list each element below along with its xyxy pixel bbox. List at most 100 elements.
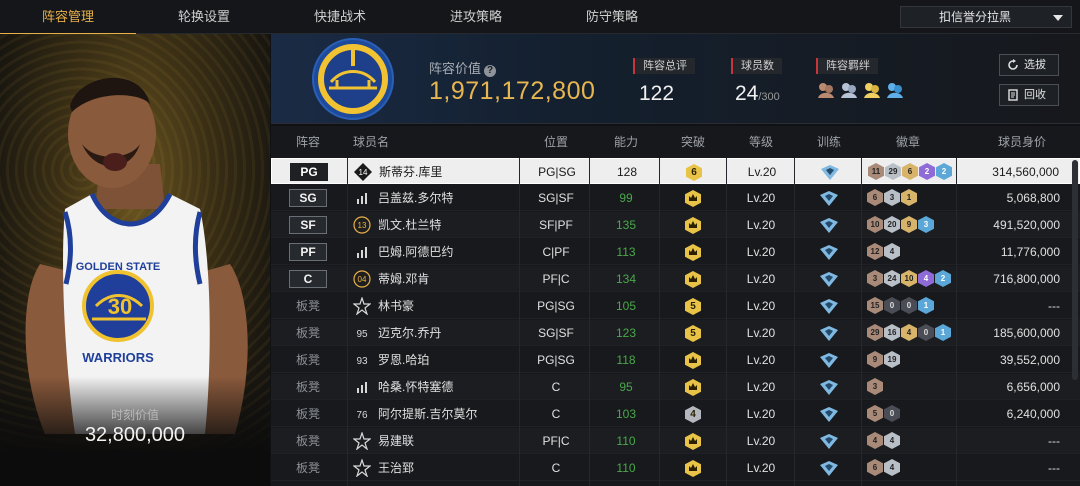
training-icon[interactable] <box>819 218 839 233</box>
table-row[interactable]: PG 14 斯蒂芬.库里 PG|SG 128 6 Lv.20 11 29 6 2 2 314,560,0… <box>271 158 1080 184</box>
player-name[interactable]: 易建联 <box>378 428 414 454</box>
badge-count: 3 <box>867 378 883 395</box>
table-row[interactable]: 板凳 王治郅 C 110 Lv.20 6 4 --- <box>271 455 1080 481</box>
badge-count: 15 <box>867 297 883 314</box>
player-name[interactable]: 哈桑.怀特塞德 <box>378 374 453 400</box>
jersey-number-text: 30 <box>108 294 132 319</box>
player-name[interactable]: 王治郅 <box>378 455 414 481</box>
header-lineup[interactable]: 阵容 <box>289 126 327 158</box>
tab-lineup-management[interactable]: 阵容管理 <box>0 0 136 35</box>
badge-count: 12 <box>867 243 883 260</box>
training-icon[interactable] <box>819 299 839 314</box>
training-icon[interactable] <box>819 353 839 368</box>
table-row[interactable]: 板凳 林书豪 PG|SG 105 5 Lv.20 15 0 0 1 --- <box>271 293 1080 319</box>
table-row[interactable]: C 04 蒂姆.邓肯 PF|C 134 Lv.20 3 24 10 4 2 716,800,000 <box>271 266 1080 292</box>
header-ability[interactable]: 能力 <box>596 126 656 158</box>
table-row[interactable]: 板凳 95 迈克尔.乔丹 SG|SF 123 5 Lv.20 29 16 4 0 1 185,600,0… <box>271 320 1080 346</box>
table-row[interactable]: 板凳 易建联 PF|C 110 Lv.20 4 4 --- <box>271 428 1080 454</box>
player-position: PG|SG <box>537 299 575 313</box>
table-row[interactable]: PF 巴姆.阿德巴约 C|PF 113 Lv.20 12 4 11,776,000 <box>271 239 1080 265</box>
player-name[interactable]: 阿尔提斯.吉尔莫尔 <box>378 401 477 427</box>
tab-quick-tactics[interactable]: 快捷战术 <box>272 0 408 34</box>
header-training[interactable]: 训练 <box>799 126 859 158</box>
training-icon[interactable] <box>820 165 840 180</box>
slot-bench[interactable]: 板凳 <box>289 293 327 319</box>
table-row[interactable]: SF 13 凯文.杜兰特 SF|PF 135 Lv.20 10 20 9 3 491,520,000 <box>271 212 1080 238</box>
training-icon[interactable] <box>819 407 839 422</box>
bond-blue-icon[interactable] <box>885 80 905 100</box>
player-level: Lv.20 <box>746 461 776 475</box>
tab-defense-strategy[interactable]: 防守策略 <box>544 0 680 34</box>
player-value: 185,600,000 <box>993 326 1060 340</box>
slot-badge[interactable]: C <box>289 270 327 288</box>
header-level[interactable]: 等级 <box>731 126 791 158</box>
training-icon[interactable] <box>819 326 839 341</box>
star-icon <box>353 297 371 315</box>
tab-offense-strategy[interactable]: 进攻策略 <box>408 0 544 34</box>
slot-bench[interactable]: 板凳 <box>289 428 327 454</box>
training-icon[interactable] <box>819 434 839 449</box>
bond-bronze-icon[interactable] <box>816 80 836 100</box>
player-name[interactable]: 林书豪 <box>378 293 414 319</box>
slot-bench[interactable]: 板凳 <box>289 374 327 400</box>
player-name[interactable]: 迈克尔.乔丹 <box>378 320 441 346</box>
badge-count: 0 <box>884 297 900 314</box>
badge-list: 29 16 4 0 1 <box>867 324 951 341</box>
bond-gold-icon[interactable] <box>862 80 882 100</box>
player-name[interactable]: 蒂姆.邓肯 <box>378 266 429 292</box>
slot-badge[interactable]: PF <box>289 243 327 261</box>
help-icon[interactable]: ? <box>484 65 497 77</box>
slot-bench[interactable]: 板凳 <box>289 401 327 427</box>
select-button[interactable]: 选拔 <box>999 54 1059 76</box>
crown-icon <box>685 190 701 207</box>
slot-badge[interactable]: SF <box>289 216 327 234</box>
slot-bench[interactable]: 板凳 <box>289 455 327 481</box>
column-divider <box>347 158 348 486</box>
training-icon[interactable] <box>819 272 839 287</box>
player-name[interactable]: 巴姆.阿德巴约 <box>378 239 453 265</box>
player-position: PG|SG <box>537 353 575 367</box>
table-scrollbar[interactable] <box>1072 160 1078 380</box>
player-level: Lv.20 <box>747 165 777 179</box>
report-dropdown[interactable]: 扣信誉分拉黑 <box>900 6 1072 28</box>
player-position: C|PF <box>542 245 570 259</box>
slot-badge[interactable]: PG <box>290 163 328 181</box>
badge-list: 3 <box>867 378 883 395</box>
player-name[interactable]: 罗恩.哈珀 <box>378 347 429 373</box>
slot-bench[interactable]: 板凳 <box>289 347 327 373</box>
header-player-value[interactable]: 球员身价 <box>977 126 1067 158</box>
crown-icon <box>685 271 701 288</box>
badge-count: 4 <box>901 324 917 341</box>
table-row[interactable]: SG 吕盖兹.多尔特 SG|SF 99 Lv.20 6 3 1 5,068,800 <box>271 185 1080 211</box>
header-position[interactable]: 位置 <box>526 126 586 158</box>
slot-badge[interactable]: SG <box>289 189 327 207</box>
recycle-button[interactable]: 回收 <box>999 84 1059 106</box>
header-breakthrough[interactable]: 突破 <box>663 126 723 158</box>
slot-bench[interactable]: 板凳 <box>289 320 327 346</box>
dropdown-label: 扣信誉分拉黑 <box>939 10 1012 24</box>
player-name[interactable]: 吕盖兹.多尔特 <box>378 185 453 211</box>
bond-silver-icon[interactable] <box>839 80 859 100</box>
lineup-rating-label: 阵容总评 <box>633 58 695 74</box>
player-count-label: 球员数 <box>731 58 782 74</box>
header-badges[interactable]: 徽章 <box>878 126 938 158</box>
player-ability: 135 <box>615 218 637 232</box>
training-icon[interactable] <box>819 380 839 395</box>
table-row[interactable]: 板凳 76 阿尔提斯.吉尔莫尔 C 103 4 Lv.20 5 0 6,240,000 <box>271 401 1080 427</box>
table-row[interactable]: 板凳 93 罗恩.哈珀 PG|SG 118 Lv.20 9 19 39,552,000 <box>271 347 1080 373</box>
featured-player-panel[interactable]: GOLDEN STATE 30 WARRIORS 时刻价值 32,800,000 <box>0 34 270 486</box>
player-name[interactable]: 凯文.杜兰特 <box>378 212 441 238</box>
player-position: C <box>551 407 561 421</box>
training-icon[interactable] <box>819 461 839 476</box>
lineup-bonds-stat: 阵容羁绊 <box>816 56 905 100</box>
training-icon[interactable] <box>819 245 839 260</box>
badge-list: 11 29 6 2 2 <box>868 163 952 180</box>
player-value: 39,552,000 <box>999 353 1060 367</box>
training-icon[interactable] <box>819 191 839 206</box>
player-name[interactable]: 斯蒂芬.库里 <box>379 159 442 185</box>
header-player-name[interactable]: 球员名 <box>353 126 413 158</box>
player-count-number: 24 <box>735 82 759 105</box>
column-divider <box>726 158 727 486</box>
table-row[interactable]: 板凳 哈桑.怀特塞德 C 95 Lv.20 3 6,656,000 <box>271 374 1080 400</box>
tab-rotation-settings[interactable]: 轮换设置 <box>136 0 272 34</box>
